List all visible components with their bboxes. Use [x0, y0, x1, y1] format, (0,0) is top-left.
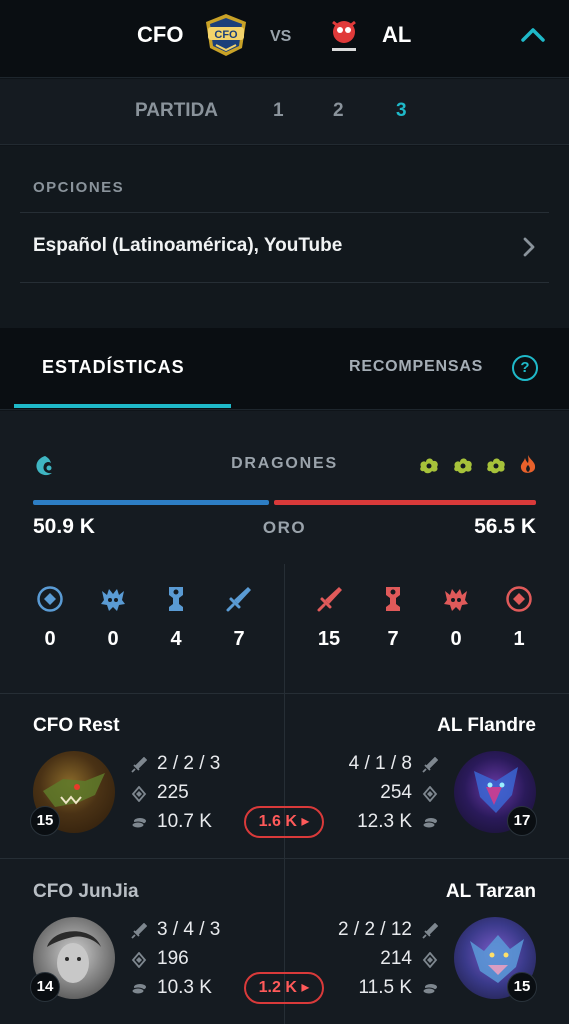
champion-level-badge: 17: [507, 806, 537, 836]
chevron-up-icon[interactable]: [520, 24, 546, 44]
right-inhibitors: 1: [513, 628, 525, 650]
sword-icon: [317, 587, 342, 612]
gold-difference-badge: 1.6 K ▸: [244, 806, 324, 838]
inhibitor-icon: [37, 586, 63, 612]
game-tabs: PARTIDA 1 2 3: [0, 79, 569, 145]
tab-game-1[interactable]: 1: [273, 100, 284, 122]
minion-icon: [422, 786, 438, 802]
game-tabs-label: PARTIDA: [135, 100, 219, 121]
minion-icon: [131, 786, 147, 802]
player-gold: 10.3 K: [157, 977, 212, 998]
sword-icon: [226, 587, 251, 612]
team-left-name: CFO: [137, 22, 184, 47]
sword-icon: [422, 923, 438, 939]
player-cs: 196: [157, 948, 189, 969]
left-towers: 4: [170, 628, 182, 650]
champion-level-badge: 15: [30, 806, 60, 836]
gold-coins-icon: [131, 818, 146, 829]
player-kda: 3 / 4 / 3: [157, 919, 221, 940]
help-icon[interactable]: ?: [512, 355, 538, 381]
tab-rewards[interactable]: RECOMPENSAS: [349, 358, 483, 376]
gold-bar-red: [274, 500, 536, 505]
baron-icon: [101, 589, 125, 611]
cloud-dragon-icon: [420, 458, 438, 474]
tab-statistics[interactable]: ESTADÍSTICAS: [42, 357, 185, 378]
stat-tabs: ESTADÍSTICAS RECOMPENSAS ?: [0, 328, 569, 410]
cloud-dragon-icon: [454, 458, 472, 474]
player-cs: 254: [380, 782, 412, 803]
stats-panel: DRAGONES 50.9 K ORO 56.5 K 0 0 4 7 15 7 …: [0, 411, 569, 1024]
right-kills: 15: [317, 628, 341, 650]
dragons-label: DRAGONES: [231, 455, 338, 472]
player-cs: 225: [157, 782, 189, 803]
player-right-name[interactable]: AL Flandre: [437, 715, 536, 737]
player-kda: 2 / 2 / 12: [338, 919, 412, 940]
al-logo-icon: [332, 20, 356, 51]
stream-option-row[interactable]: Español (Latinoamérica), YouTube: [0, 213, 569, 281]
options-title: OPCIONES: [33, 179, 125, 196]
gold-coins-icon: [422, 984, 437, 995]
left-kills: 7: [233, 628, 245, 650]
player-left-name[interactable]: CFO JunJia: [33, 881, 139, 903]
svg-text:CFO: CFO: [214, 29, 238, 41]
sword-icon: [422, 757, 438, 773]
minion-icon: [131, 952, 147, 968]
player-kda: 4 / 1 / 8: [348, 753, 412, 774]
player-gold: 11.5 K: [358, 977, 412, 998]
gold-right: 56.5 K: [474, 515, 536, 538]
options-panel: OPCIONES Español (Latinoamérica), YouTub…: [0, 146, 569, 328]
divider: [0, 858, 569, 859]
gold-coins-icon: [131, 984, 146, 995]
infernal-dragon-icon: [520, 455, 536, 473]
match-header: CFO CFO VS AL: [0, 0, 569, 78]
tower-icon: [386, 587, 400, 611]
divider: [20, 282, 549, 283]
active-tab-indicator: [14, 404, 231, 408]
sword-icon: [131, 923, 147, 939]
baron-icon: [444, 589, 468, 611]
right-barons: 0: [450, 628, 462, 650]
tab-game-2[interactable]: 2: [333, 100, 344, 122]
champion-level-badge: 14: [30, 972, 60, 1002]
tower-icon: [169, 587, 183, 611]
player-gold: 12.3 K: [357, 811, 412, 832]
player-left-name[interactable]: CFO Rest: [33, 715, 120, 737]
left-inhibitors: 0: [44, 628, 56, 650]
player-right-name[interactable]: AL Tarzan: [446, 881, 536, 903]
player-kda: 2 / 2 / 3: [157, 753, 221, 774]
inhibitor-icon: [506, 586, 532, 612]
gold-difference-badge: 1.2 K ▸: [244, 972, 324, 1004]
champion-level-badge: 15: [507, 972, 537, 1002]
stream-option-label: Español (Latinoamérica), YouTube: [33, 235, 343, 256]
team-right-name: AL: [382, 22, 412, 47]
chevron-right-icon: [523, 237, 535, 257]
left-barons: 0: [107, 628, 119, 650]
sword-icon: [131, 757, 147, 773]
minion-icon: [422, 952, 438, 968]
tab-game-3[interactable]: 3: [396, 100, 407, 122]
right-towers: 7: [387, 628, 399, 650]
cfo-logo-icon: CFO: [206, 14, 246, 56]
gold-coins-icon: [422, 818, 437, 829]
divider: [0, 693, 569, 694]
player-gold: 10.7 K: [157, 811, 212, 832]
vs-label: VS: [270, 28, 292, 45]
gold-bar-blue: [33, 500, 269, 505]
team-divider: [284, 564, 285, 1024]
player-cs: 214: [380, 948, 412, 969]
cloud-dragon-icon: [487, 458, 505, 474]
